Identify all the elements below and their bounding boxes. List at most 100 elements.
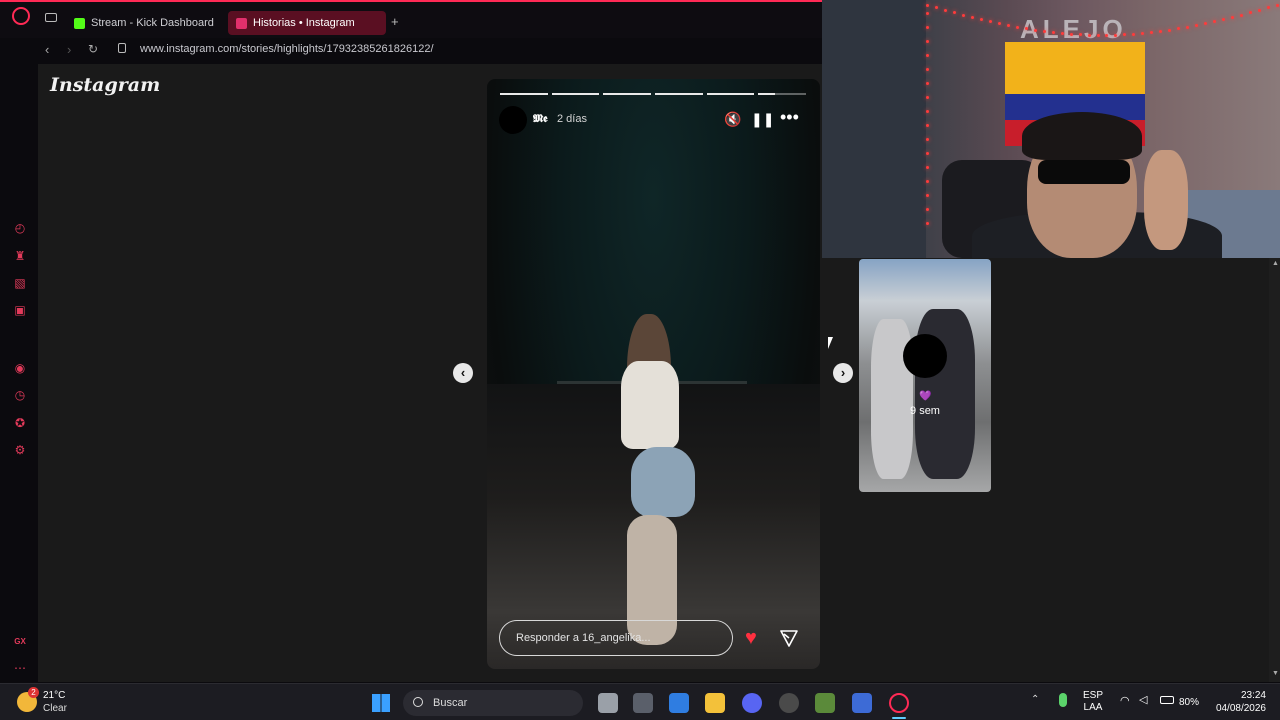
video-popout-icon[interactable]: ◉ <box>12 360 28 376</box>
led-light <box>1087 33 1091 37</box>
volume-icon[interactable]: ◁ <box>1139 693 1147 706</box>
led-light <box>926 166 929 169</box>
led-light <box>1042 29 1046 33</box>
webcam-overlay: ALEJO <box>822 0 1280 258</box>
story-viewer[interactable]: 𝕸𝖊 2 días 🔇 ❚❚ ••• Responder a 16_angeli… <box>487 79 820 669</box>
page-scrollbar[interactable]: ▲ ▼ <box>1269 258 1280 682</box>
led-light <box>1213 20 1217 24</box>
story-progress-segment <box>655 93 703 95</box>
reload-icon[interactable]: ↻ <box>88 42 98 56</box>
led-light <box>926 110 929 113</box>
flag-yellow-stripe <box>1005 42 1145 94</box>
layout-code: LAA <box>1083 702 1103 713</box>
settings-icon[interactable]: ⚙ <box>12 442 28 458</box>
url-field[interactable]: www.instagram.com/stories/highlights/179… <box>140 43 434 55</box>
led-light <box>1186 25 1190 29</box>
led-light <box>952 11 956 15</box>
scroll-up-icon[interactable]: ▲ <box>1272 260 1279 267</box>
more-icon[interactable]: ••• <box>780 108 799 128</box>
opera-gx-taskbar-icon[interactable] <box>889 693 909 713</box>
discord-icon[interactable] <box>742 693 762 713</box>
app-cube-icon[interactable] <box>633 693 653 713</box>
tab-label: Stream - Kick Dashboard <box>91 17 214 29</box>
led-light <box>1168 28 1172 32</box>
mute-icon[interactable]: 🔇 <box>724 110 742 128</box>
weather-temperature[interactable]: 21°C <box>43 690 65 701</box>
story-username[interactable]: 𝕸𝖊 <box>533 112 548 126</box>
clock-time[interactable]: 23:24 <box>1212 690 1266 702</box>
story-progress-fill <box>758 93 775 95</box>
search-icon <box>413 697 423 707</box>
next-highlight-card[interactable]: 💜 9 sem <box>859 259 991 492</box>
led-light <box>926 222 929 225</box>
minecraft-icon[interactable] <box>815 693 835 713</box>
led-light <box>926 26 929 29</box>
story-avatar[interactable] <box>499 106 527 134</box>
opera-gx-logo[interactable] <box>12 7 30 25</box>
player-icon[interactable]: ▧ <box>12 275 28 291</box>
battery-icon[interactable] <box>1160 696 1174 704</box>
tray-chevron-icon[interactable]: ⌃ <box>1031 694 1039 705</box>
roblox-icon[interactable] <box>852 693 872 713</box>
led-light <box>1096 33 1100 37</box>
lock-icon <box>118 43 126 53</box>
gx-corner-icon[interactable]: ◴ <box>12 220 28 236</box>
story-figure-shorts <box>631 447 695 517</box>
active-app-indicator <box>892 717 906 719</box>
story-time-ago: 2 días <box>557 113 587 125</box>
extensions-icon[interactable]: ✪ <box>12 415 28 431</box>
led-light <box>926 96 929 99</box>
search-label: Buscar <box>433 697 468 709</box>
tab-kick-dashboard[interactable]: Stream - Kick Dashboard <box>66 11 224 35</box>
heart-icon[interactable]: ♥ <box>745 628 757 648</box>
tab-instagram-stories[interactable]: Historias • Instagram <box>228 11 386 35</box>
next-story-button[interactable]: › <box>833 363 853 383</box>
led-light <box>1195 23 1199 27</box>
previous-story-button[interactable]: ‹ <box>453 363 473 383</box>
led-light <box>926 54 929 57</box>
webcam-hand <box>1144 150 1188 250</box>
instagram-logo[interactable]: Instagram <box>50 74 160 96</box>
pause-icon[interactable]: ❚❚ <box>751 110 774 128</box>
led-light <box>1150 31 1154 35</box>
next-highlight-avatar <box>903 334 947 378</box>
tab-search-icon[interactable] <box>45 13 57 22</box>
windows-start-icon[interactable] <box>372 694 390 712</box>
next-highlight-time: 9 sem <box>910 405 940 417</box>
microphone-icon[interactable] <box>1059 693 1067 707</box>
reply-input[interactable]: Responder a 16_angelika... <box>499 620 733 656</box>
forward-icon[interactable]: › <box>67 42 71 57</box>
chrome-icon[interactable] <box>779 693 799 713</box>
led-light <box>926 12 929 15</box>
language-indicator[interactable]: ESP LAA <box>1083 690 1103 714</box>
led-light <box>1069 32 1073 36</box>
new-tab-button[interactable]: + <box>391 14 399 29</box>
led-light <box>1240 13 1244 17</box>
reply-placeholder: Responder a 16_angelika... <box>516 632 651 644</box>
led-light <box>1267 6 1271 10</box>
task-view-icon[interactable] <box>598 693 618 713</box>
led-light <box>926 152 929 155</box>
led-light <box>1015 25 1019 29</box>
wifi-icon[interactable]: ◠ <box>1120 694 1130 707</box>
led-light <box>1204 22 1208 26</box>
weather-condition[interactable]: Clear <box>43 703 67 714</box>
gx-label-icon[interactable]: GX <box>12 634 28 650</box>
clock-date[interactable]: 04/08/2026 <box>1206 703 1266 715</box>
history-icon[interactable]: ◷ <box>12 387 28 403</box>
messenger-icon[interactable]: ▣ <box>12 302 28 318</box>
taskbar-search[interactable]: Buscar <box>403 690 583 716</box>
battery-percent[interactable]: 80% <box>1179 697 1199 709</box>
sidebar-more-icon[interactable]: ⋯ <box>12 660 28 676</box>
send-icon[interactable] <box>779 628 799 648</box>
led-light <box>926 4 929 7</box>
webcam-sunglasses <box>1038 160 1130 184</box>
scroll-down-icon[interactable]: ▼ <box>1272 670 1279 677</box>
webcam-person-hair <box>1022 112 1142 160</box>
story-progress-segment <box>603 93 651 95</box>
led-light <box>1024 27 1028 31</box>
twitch-icon[interactable]: ♜ <box>12 248 28 264</box>
back-icon[interactable]: ‹ <box>45 42 49 57</box>
file-explorer-icon[interactable] <box>705 693 725 713</box>
azure-app-icon[interactable] <box>669 693 689 713</box>
